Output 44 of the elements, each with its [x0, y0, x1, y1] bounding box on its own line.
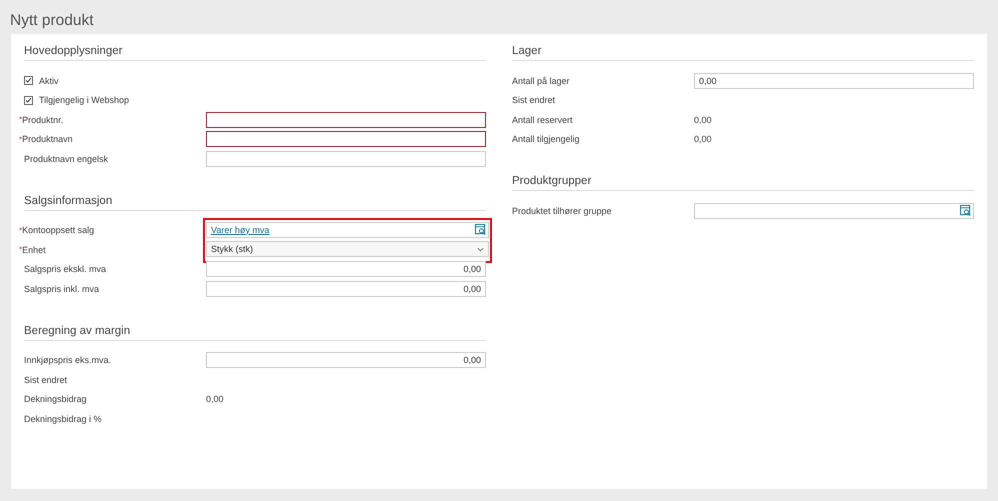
section-heading: Salgsinformasjon — [24, 194, 486, 210]
required-mark: * — [19, 115, 22, 124]
page-title: Nytt produkt — [9, 11, 95, 31]
field-label: Produktnavn — [22, 134, 73, 144]
required-mark: * — [19, 134, 22, 144]
input-field[interactable]: 0,00 — [206, 261, 486, 278]
section-heading: Hovedopplysninger — [24, 45, 486, 61]
field-label: Sist endret — [24, 374, 68, 385]
field-label: Enhet — [22, 244, 46, 255]
checkbox-label: Aktiv — [39, 76, 59, 86]
field-label: Produktet tilhører gruppe — [512, 206, 612, 216]
section-heading: Produktgrupper — [512, 175, 974, 191]
field-value: 0,00 — [694, 114, 713, 125]
required-mark: * — [19, 245, 22, 254]
field-value: 0,00 — [206, 394, 225, 404]
input-field[interactable] — [206, 131, 486, 148]
required-mark: * — [19, 226, 22, 235]
field-label: Kontooppsett salg — [22, 225, 94, 236]
input-field[interactable]: 0,00 — [694, 72, 974, 89]
field-label: Innkjøpspris eks.mva. — [24, 355, 112, 366]
section-heading: Lager — [512, 45, 974, 61]
input-field[interactable] — [206, 112, 486, 128]
search-icon[interactable] — [960, 205, 971, 216]
unit-dropdown[interactable]: Stykk (stk) — [206, 241, 489, 257]
field-label: Salgspris inkl. mva — [24, 284, 100, 294]
input-field[interactable]: 0,00 — [206, 352, 486, 368]
field-label: Antall på lager — [512, 76, 570, 86]
section-heading: Beregning av margin — [24, 324, 486, 340]
field-label: Sist endret — [512, 95, 556, 106]
field-label: Produktnavn engelsk — [24, 154, 108, 164]
field-label: Salgspris ekskl. mva — [24, 264, 106, 274]
search-icon[interactable] — [475, 224, 486, 235]
link[interactable]: Varer høy mva — [211, 224, 270, 234]
field-value: 0,00 — [694, 134, 713, 144]
field-label: Antall tilgjengelig — [512, 134, 580, 144]
checkbox[interactable] — [24, 96, 33, 105]
field-label: Dekningsbidrag — [24, 394, 87, 404]
checkbox-label: Tilgjengelig i Webshop — [39, 95, 130, 106]
field-label: Antall reservert — [512, 114, 573, 125]
chevron-icon — [477, 246, 484, 252]
input-field[interactable]: 0,00 — [206, 280, 486, 297]
field-label: Produktnr. — [22, 114, 64, 125]
field-label: Dekningsbidrag i % — [24, 414, 102, 424]
checkbox[interactable] — [24, 76, 33, 86]
